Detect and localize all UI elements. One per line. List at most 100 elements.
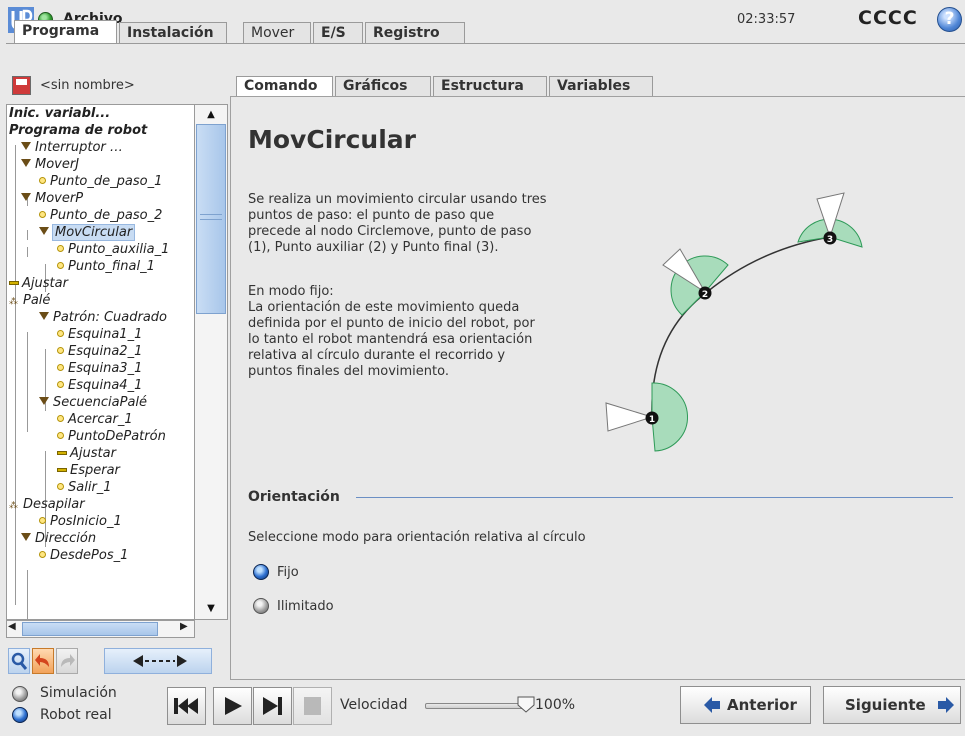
waypoint-icon: [39, 177, 46, 184]
pallet-icon: ⁂: [9, 501, 18, 511]
search-button[interactable]: [8, 648, 30, 674]
move-arrows-icon: [133, 655, 187, 667]
waypoint-icon: [39, 211, 46, 218]
play-button[interactable]: [213, 687, 252, 725]
tab-registro[interactable]: Registro: [365, 22, 465, 44]
expand-triangle-icon[interactable]: [39, 397, 49, 405]
tree-item[interactable]: MoverP: [21, 190, 83, 207]
tree-item[interactable]: Esperar: [57, 462, 120, 479]
scroll-right-icon[interactable]: ▶: [180, 621, 188, 632]
tree-item[interactable]: Acercar_1: [57, 411, 133, 428]
real-robot-label[interactable]: Robot real: [40, 707, 112, 723]
tree-item[interactable]: Programa de robot: [9, 122, 147, 139]
tree-item[interactable]: Interruptor …: [21, 139, 123, 156]
tree-item[interactable]: Salir_1: [57, 479, 112, 496]
scroll-up-icon[interactable]: ▲: [196, 106, 226, 124]
previous-label: Anterior: [727, 696, 797, 714]
save-icon[interactable]: [12, 76, 31, 95]
robot-name: CCCC: [858, 7, 918, 29]
redo-button[interactable]: [56, 648, 78, 674]
tree-item[interactable]: Punto_auxilia_1: [57, 241, 169, 258]
scroll-down-icon[interactable]: ▼: [196, 600, 226, 618]
next-label: Siguiente: [845, 696, 926, 714]
expand-triangle-icon[interactable]: [21, 533, 31, 541]
tab-mover[interactable]: Mover: [243, 22, 311, 44]
tree-item[interactable]: Patrón: Cuadrado: [39, 309, 167, 326]
page-title: MovCircular: [248, 125, 416, 154]
simulation-label[interactable]: Simulación: [40, 685, 117, 701]
tab-divider: [6, 43, 965, 44]
radio-ilimitado[interactable]: [253, 598, 269, 614]
section-divider: [356, 497, 953, 498]
tree-item[interactable]: Esquina3_1: [57, 360, 142, 377]
wait-icon: [57, 468, 67, 472]
clock: 02:33:57: [737, 12, 796, 27]
help-icon[interactable]: ?: [937, 7, 962, 32]
tree-connector: [27, 230, 28, 240]
previous-button[interactable]: Anterior: [680, 686, 811, 724]
play-icon: [225, 697, 242, 715]
horizontal-scrollbar-thumb[interactable]: [22, 622, 158, 636]
fixed-mode-description: En modo fijo: La orientación de este mov…: [248, 284, 535, 379]
expand-triangle-icon[interactable]: [39, 312, 49, 320]
tree-connector: [27, 247, 28, 257]
expand-triangle-icon[interactable]: [21, 193, 31, 201]
tree-item[interactable]: SecuenciaPalé: [39, 394, 147, 411]
tree-connector: [15, 145, 16, 605]
stop-icon: [304, 697, 321, 715]
step-icon: [263, 697, 282, 715]
tab-estructura[interactable]: Estructura: [433, 76, 547, 96]
pallet-icon: ⁂: [9, 297, 18, 307]
speed-slider[interactable]: [425, 703, 525, 709]
radio-ilimitado-label[interactable]: Ilimitado: [277, 599, 334, 614]
undo-button[interactable]: [32, 648, 54, 674]
tree-item[interactable]: ⁂ Desapilar: [9, 496, 85, 513]
move-node-button[interactable]: [104, 648, 212, 674]
waypoint-icon: [57, 245, 64, 252]
tree-item-selected[interactable]: MovCircular: [39, 224, 136, 241]
program-tree[interactable]: Inic. variabl... Programa de robot Inter…: [6, 104, 195, 620]
radio-fijo-label[interactable]: Fijo: [277, 565, 299, 580]
tree-item[interactable]: Punto_de_paso_1: [39, 173, 162, 190]
radio-fijo[interactable]: [253, 564, 269, 580]
tree-item[interactable]: Inic. variabl...: [9, 105, 110, 122]
tree-item[interactable]: ⁂ Palé: [9, 292, 50, 309]
tab-comando[interactable]: Comando: [236, 76, 333, 96]
radio-simulation[interactable]: [12, 686, 28, 702]
undo-icon: [35, 654, 49, 667]
rewind-button[interactable]: [167, 687, 206, 725]
tab-instalacion[interactable]: Instalación: [119, 22, 227, 44]
expand-triangle-icon[interactable]: [21, 142, 31, 150]
speed-slider-handle[interactable]: [516, 695, 536, 713]
program-name: <sin nombre>: [40, 78, 135, 93]
waypoint-icon: [39, 517, 46, 524]
set-icon: [9, 281, 19, 285]
tab-es[interactable]: E/S: [313, 22, 363, 44]
tree-item[interactable]: Esquina4_1: [57, 377, 142, 394]
tree-item[interactable]: DesdePos_1: [39, 547, 128, 564]
tab-programa[interactable]: Programa: [14, 20, 117, 44]
waypoint-icon: [57, 364, 64, 371]
tree-item[interactable]: Ajustar: [57, 445, 116, 462]
waypoint-icon: [57, 432, 64, 439]
next-button[interactable]: Siguiente: [823, 686, 961, 724]
tree-item[interactable]: Esquina2_1: [57, 343, 142, 360]
stop-button[interactable]: [293, 687, 332, 725]
tab-graficos[interactable]: Gráficos: [335, 76, 431, 96]
tree-item[interactable]: Dirección: [21, 530, 96, 547]
tree-item[interactable]: Punto_final_1: [57, 258, 155, 275]
expand-triangle-icon[interactable]: [21, 159, 31, 167]
scrollbar-grip: [200, 214, 222, 220]
expand-triangle-icon[interactable]: [39, 227, 49, 235]
scroll-left-icon[interactable]: ◀: [8, 621, 16, 632]
tree-item[interactable]: PosInicio_1: [39, 513, 122, 530]
tree-item[interactable]: PuntoDePatrón: [57, 428, 166, 445]
tree-item[interactable]: MoverJ: [21, 156, 79, 173]
tree-item[interactable]: Punto_de_paso_2: [39, 207, 162, 224]
speed-label: Velocidad: [340, 697, 408, 713]
tree-item[interactable]: Ajustar: [9, 275, 68, 292]
step-button[interactable]: [253, 687, 292, 725]
radio-real-robot[interactable]: [12, 707, 28, 723]
tree-item[interactable]: Esquina1_1: [57, 326, 142, 343]
tab-variables[interactable]: Variables: [549, 76, 653, 96]
